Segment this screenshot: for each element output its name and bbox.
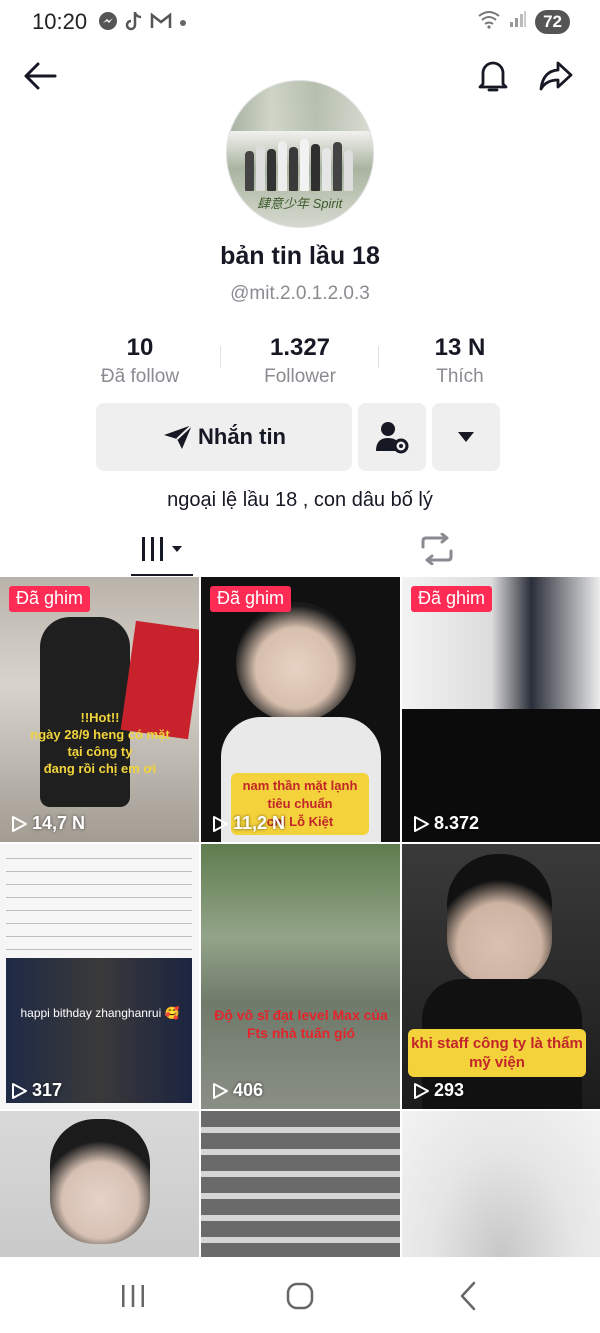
thumbnail-face [447, 854, 552, 984]
video-thumbnail[interactable]: khi staff công ty là thẩm mỹ viện 293 [402, 844, 600, 1109]
view-count-value: 8.372 [434, 813, 480, 833]
wifi-icon [477, 9, 501, 34]
likes-count: 13 N [434, 334, 486, 361]
stat-divider [220, 346, 221, 368]
display-name: bản tin lầu 18 [220, 242, 380, 270]
status-bar: 10:20 72 [0, 0, 600, 44]
video-overlay-text: happi bithday zhanghanrui 🥰 [20, 1006, 180, 1020]
view-count-value: 317 [32, 1080, 63, 1100]
message-button-label: Nhắn tin [198, 424, 286, 449]
status-time: 10:20 [32, 9, 88, 34]
thumbnail-face [236, 602, 356, 722]
avatar-group-photo [243, 121, 359, 191]
followers-label: Follower [264, 366, 336, 387]
chevron-left-icon [460, 1281, 476, 1311]
video-thumbnail[interactable]: Đã ghim 8.372 [402, 577, 600, 842]
repost-icon [421, 533, 453, 565]
view-count-value: 14,7 N [32, 813, 86, 833]
content-tabs [0, 522, 600, 576]
bell-icon [478, 61, 508, 92]
profile-avatar[interactable]: 肆意少年 Spirit [226, 80, 374, 228]
home-icon [286, 1282, 314, 1310]
play-icon [12, 1082, 27, 1099]
following-label: Đã follow [100, 366, 180, 387]
followers-count: 1.327 [269, 334, 331, 361]
play-icon [213, 1082, 228, 1099]
notification-bell-button[interactable] [471, 54, 515, 98]
profile-bio: ngoại lệ lầu 18 , con dâu bố lý [167, 489, 433, 511]
view-count: 406 [211, 1080, 263, 1101]
pinned-badge: Đã ghim [9, 586, 91, 612]
video-thumbnail[interactable]: happi bithday zhanghanrui 🥰 317 [0, 844, 199, 1109]
view-count: 317 [10, 1080, 62, 1101]
view-count-value: 11,2 N [233, 813, 286, 833]
home-button[interactable] [270, 1276, 330, 1316]
pinned-badge: Đã ghim [411, 586, 493, 612]
dot-icon [178, 15, 188, 33]
thumbnail-chinese-text [6, 850, 192, 955]
video-thumbnail[interactable]: Đã ghim !!Hot!! ngày 28/9 heng có mặt tạ… [0, 577, 199, 842]
view-count: 8.372 [412, 813, 479, 834]
gmail-icon [150, 12, 172, 35]
video-overlay-text: Độ vô sĩ đạt level Max của Fts nhà tuấn … [214, 1007, 388, 1041]
play-icon [414, 815, 429, 832]
view-count-value: 406 [233, 1080, 264, 1100]
likes-label: Thích [436, 366, 484, 387]
video-thumbnail[interactable] [0, 1111, 199, 1257]
signal-icon [509, 10, 527, 33]
user-settings-icon [376, 422, 409, 454]
share-arrow-icon [539, 61, 573, 91]
status-right: 72 [477, 9, 570, 34]
thumbnail-face [50, 1119, 150, 1244]
play-icon [12, 815, 27, 832]
message-button[interactable]: Nhắn tin [96, 403, 352, 471]
recent-apps-button[interactable] [103, 1276, 163, 1316]
view-count-value: 293 [434, 1080, 465, 1100]
stat-followers[interactable]: 1.327 Follower [220, 334, 380, 394]
video-grid: Đã ghim !!Hot!! ngày 28/9 heng có mặt tạ… [0, 577, 600, 1257]
following-count: 10 [126, 334, 154, 361]
tab-reposts[interactable] [337, 522, 537, 576]
video-caption-box: khi staff công ty là thẩm mỹ viện [408, 1029, 586, 1077]
view-count: 11,2 N [211, 813, 285, 834]
system-navigation-bar [0, 1258, 600, 1333]
profile-stats: 10 Đã follow 1.327 Follower 13 N Thích [60, 334, 540, 394]
video-thumbnail[interactable]: Độ vô sĩ đạt level Max của Fts nhà tuấn … [201, 844, 400, 1109]
view-count: 293 [412, 1080, 464, 1101]
back-button[interactable] [18, 54, 62, 98]
stat-following[interactable]: 10 Đã follow [60, 334, 220, 394]
active-tab-indicator [131, 574, 193, 576]
play-icon [414, 1082, 429, 1099]
share-button[interactable] [534, 54, 578, 98]
tab-videos[interactable] [62, 522, 262, 576]
system-back-button[interactable] [438, 1276, 498, 1316]
video-grid-icon [142, 537, 182, 561]
video-thumbnail[interactable] [402, 1111, 600, 1257]
thumbnail-image [201, 1111, 400, 1257]
username: @mit.2.0.1.2.0.3 [230, 283, 370, 304]
arrow-left-icon [24, 62, 57, 90]
messenger-icon [98, 11, 118, 36]
pinned-badge: Đã ghim [210, 586, 292, 612]
view-count: 14,7 N [10, 813, 85, 834]
video-overlay-text: !!Hot!! ngày 28/9 heng có mặt tại công t… [30, 710, 170, 776]
video-thumbnail[interactable] [201, 1111, 400, 1257]
stat-likes[interactable]: 13 N Thích [380, 334, 540, 394]
battery-indicator: 72 [535, 9, 570, 34]
video-thumbnail[interactable]: Đã ghim nam thần mặt lạnh tiêu chuẩn chỉ… [201, 577, 400, 842]
send-icon [164, 424, 193, 449]
more-options-dropdown[interactable] [432, 403, 500, 471]
tiktok-icon [124, 10, 144, 37]
status-notification-icons [98, 10, 188, 37]
thumbnail-image [402, 1111, 600, 1257]
stat-divider [378, 346, 379, 368]
follow-settings-button[interactable] [358, 403, 426, 471]
avatar-logo-text: 肆意少年 Spirit [257, 196, 343, 211]
play-icon [213, 815, 228, 832]
recent-apps-icon [122, 1285, 144, 1307]
thumbnail-image [201, 844, 400, 1109]
caret-down-icon [458, 432, 474, 442]
profile-actions: Nhắn tin [96, 403, 500, 471]
